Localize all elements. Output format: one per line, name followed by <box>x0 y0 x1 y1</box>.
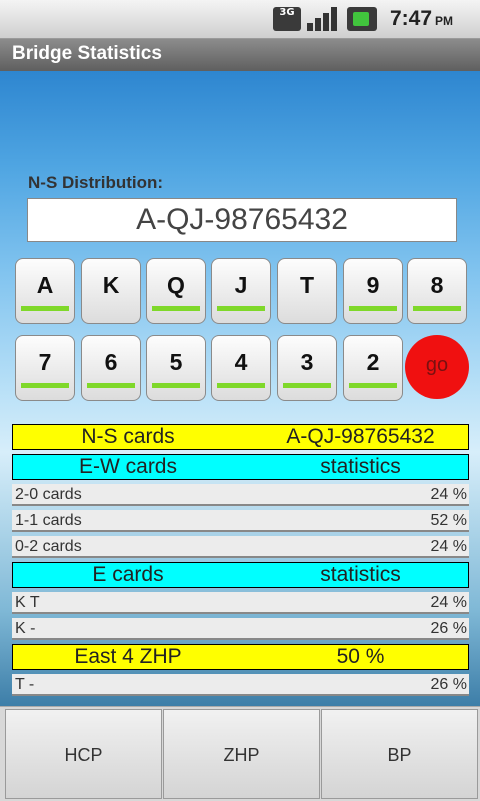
card-key-7[interactable]: 7 <box>15 335 75 401</box>
selected-indicator <box>283 383 331 388</box>
selected-indicator <box>413 306 461 311</box>
status-time: 7:47 PM <box>390 7 454 30</box>
row-value: 24 % <box>430 538 467 555</box>
tab-bp[interactable]: BP <box>321 709 478 799</box>
results-data-row: T - 26 % <box>12 674 469 696</box>
row-value: A-QJ-98765432 <box>286 425 435 448</box>
row-label: 2-0 cards <box>15 486 82 503</box>
card-key-k[interactable]: K <box>81 258 141 324</box>
card-key-label: A <box>36 272 54 298</box>
row-value: 26 % <box>430 620 467 637</box>
card-key-a[interactable]: A <box>15 258 75 324</box>
row-value: 26 % <box>430 676 467 693</box>
selected-indicator <box>217 383 265 388</box>
card-key-9[interactable]: 9 <box>343 258 403 324</box>
card-key-4[interactable]: 4 <box>211 335 271 401</box>
card-key-label: K <box>102 272 120 298</box>
row-label: N-S cards <box>81 425 175 448</box>
results-header-row: E-W cards statistics <box>12 454 469 480</box>
go-button[interactable]: go <box>405 335 469 399</box>
battery-icon <box>347 7 377 31</box>
row-value: 24 % <box>430 486 467 503</box>
card-key-label: 8 <box>430 272 444 298</box>
selected-indicator <box>152 306 200 311</box>
results-header-row: E cards statistics <box>12 562 469 588</box>
row-label: 0-2 cards <box>15 538 82 555</box>
row-label: K - <box>15 620 36 637</box>
card-key-label: 9 <box>366 272 380 298</box>
card-key-label: T <box>299 272 315 298</box>
row-value: 50 % <box>336 645 385 668</box>
distribution-label: N-S Distribution: <box>28 173 164 192</box>
distribution-field[interactable]: A-QJ-98765432 <box>27 198 457 242</box>
row-value: statistics <box>320 563 401 586</box>
tab-hcp[interactable]: HCP <box>5 709 162 799</box>
card-key-label: J <box>234 272 248 298</box>
selected-indicator <box>349 306 397 311</box>
row-value: 24 % <box>430 594 467 611</box>
card-key-t[interactable]: T <box>277 258 337 324</box>
selected-indicator <box>87 383 135 388</box>
results-data-row: 0-2 cards 24 % <box>12 536 469 558</box>
row-label: E cards <box>92 563 164 586</box>
card-key-3[interactable]: 3 <box>277 335 337 401</box>
card-key-5[interactable]: 5 <box>146 335 206 401</box>
app-title: Bridge Statistics <box>12 43 162 64</box>
card-key-q[interactable]: Q <box>146 258 206 324</box>
status-bar: 3G 7:47 PM <box>0 0 480 39</box>
row-label: East 4 ZHP <box>74 645 182 668</box>
results-header-row: N-S cards A-QJ-98765432 <box>12 424 469 450</box>
card-key-j[interactable]: J <box>211 258 271 324</box>
card-key-8[interactable]: 8 <box>407 258 467 324</box>
card-key-label: 2 <box>366 349 380 375</box>
results-data-row: K - 26 % <box>12 618 469 640</box>
bottom-tab-bar: HCP ZHP BP <box>0 706 480 801</box>
selected-indicator <box>217 306 265 311</box>
row-value: 52 % <box>430 512 467 529</box>
selected-indicator <box>21 306 69 311</box>
tab-zhp[interactable]: ZHP <box>163 709 320 799</box>
signal-strength-icon <box>307 7 339 31</box>
card-key-label: 4 <box>234 349 248 375</box>
row-label: T - <box>15 676 35 693</box>
card-key-label: Q <box>167 272 185 298</box>
results-data-row: 1-1 cards 52 % <box>12 510 469 532</box>
card-key-6[interactable]: 6 <box>81 335 141 401</box>
row-label: 1-1 cards <box>15 512 82 529</box>
selected-indicator <box>21 383 69 388</box>
row-label: K T <box>15 594 40 611</box>
card-key-label: 7 <box>38 349 52 375</box>
results-data-row: 2-0 cards 24 % <box>12 484 469 506</box>
card-key-label: 3 <box>300 349 314 375</box>
title-bar: Bridge Statistics <box>0 39 480 71</box>
card-key-2[interactable]: 2 <box>343 335 403 401</box>
results-header-row: East 4 ZHP 50 % <box>12 644 469 670</box>
card-key-label: 6 <box>104 349 118 375</box>
results-data-row: K T 24 % <box>12 592 469 614</box>
selected-indicator <box>349 383 397 388</box>
row-label: E-W cards <box>78 455 177 478</box>
card-key-label: 5 <box>169 349 183 375</box>
selected-indicator <box>152 383 200 388</box>
3g-network-icon: 3G <box>273 7 301 31</box>
row-value: statistics <box>320 455 401 478</box>
